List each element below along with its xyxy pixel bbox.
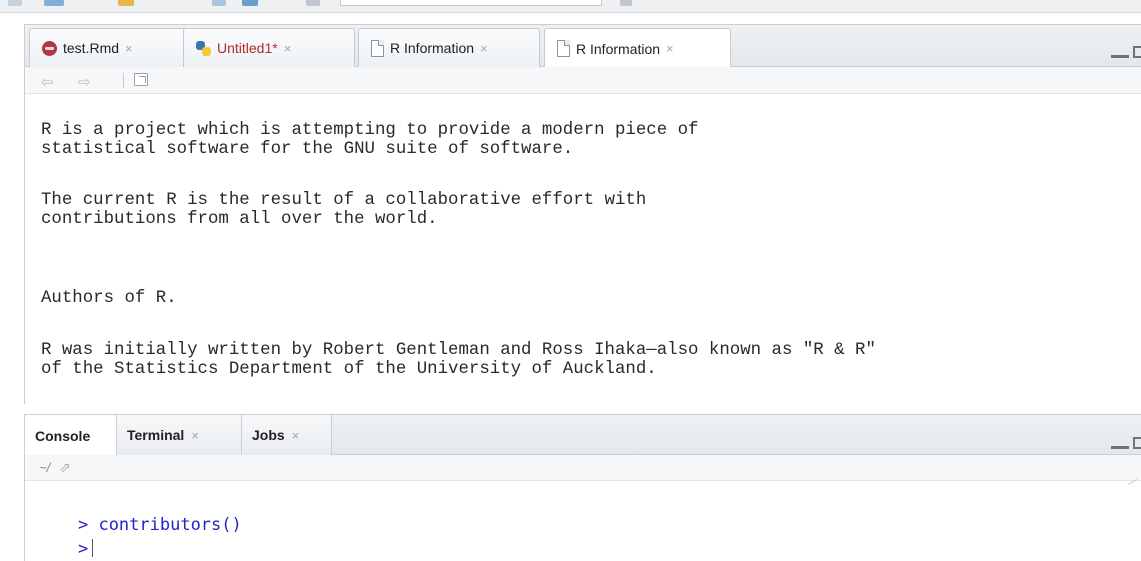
text-cursor — [92, 539, 94, 557]
working-directory-path: ~/ — [39, 460, 51, 475]
toolbar-button[interactable] — [306, 0, 320, 6]
go-to-file-input[interactable] — [340, 0, 602, 6]
minimize-pane-icon[interactable] — [1111, 439, 1129, 449]
viewer-toolbar: ⇦ ⇨ — [25, 67, 1141, 94]
toolbar-button[interactable] — [118, 0, 134, 6]
close-tab-icon[interactable]: × — [191, 428, 199, 443]
tab-untitled1[interactable]: Untitled1* × — [183, 28, 355, 67]
tab-label: test.Rmd — [63, 40, 120, 56]
console-command: contributors() — [98, 515, 242, 535]
paragraph: R is a project which is attempting to pr… — [41, 121, 699, 159]
toolbar-button[interactable] — [242, 0, 258, 6]
working-directory-bar: ~/ ⇗ — [25, 455, 1141, 481]
show-in-new-window-icon[interactable] — [134, 73, 148, 86]
tab-label: R Information — [390, 40, 475, 56]
tab-label: Terminal — [127, 427, 185, 443]
tab-label: Untitled1* — [217, 40, 278, 56]
tab-r-information[interactable]: R Information × — [358, 28, 540, 67]
document-text: R is a project which is attempting to pr… — [41, 121, 876, 379]
toolbar-divider — [123, 73, 124, 88]
document-icon — [557, 40, 570, 57]
close-tab-icon[interactable]: × — [480, 41, 488, 56]
source-pane: test.Rmd × Untitled1* × R Information × … — [24, 24, 1141, 404]
minimize-pane-icon[interactable] — [1111, 48, 1129, 58]
back-arrow-icon[interactable]: ⇦ — [41, 73, 54, 91]
paragraph: R was initially written by Robert Gentle… — [41, 341, 876, 379]
tab-label: Jobs — [252, 427, 285, 443]
tab-label: R Information — [576, 40, 661, 57]
toolbar-button[interactable] — [44, 0, 64, 6]
paragraph: The current R is the result of a collabo… — [41, 191, 647, 229]
console-pane: Console Terminal × Jobs × ~/ ⇗ > contrib… — [24, 414, 1141, 561]
go-to-directory-icon[interactable]: ⇗ — [59, 459, 71, 476]
editor-tabbar: test.Rmd × Untitled1* × R Information × … — [25, 25, 1141, 68]
console-prompt: > — [77, 539, 89, 559]
close-tab-icon[interactable]: × — [666, 41, 674, 56]
forward-arrow-icon[interactable]: ⇨ — [78, 73, 91, 91]
toolbar-button[interactable] — [8, 0, 22, 6]
close-tab-icon[interactable]: × — [284, 41, 292, 56]
tab-jobs[interactable]: Jobs × — [242, 415, 332, 455]
console-tabbar: Console Terminal × Jobs × — [25, 415, 1141, 456]
tab-r-information-active[interactable]: R Information × — [544, 28, 731, 68]
toolbar-button[interactable] — [620, 0, 632, 6]
main-toolbar — [0, 0, 1141, 13]
rmarkdown-file-icon — [42, 40, 57, 56]
tab-console[interactable]: Console — [25, 415, 117, 456]
toolbar-button[interactable] — [212, 0, 226, 6]
paragraph: Authors of R. — [41, 289, 177, 308]
tab-test-rmd[interactable]: test.Rmd × — [29, 28, 201, 67]
document-icon — [371, 39, 384, 57]
tab-label: Console — [35, 427, 91, 444]
maximize-pane-icon[interactable] — [1133, 46, 1141, 58]
python-file-icon — [196, 40, 211, 56]
console-input-line[interactable]: > — [37, 519, 94, 561]
close-tab-icon[interactable]: × — [292, 428, 300, 443]
close-tab-icon[interactable]: × — [125, 41, 133, 56]
maximize-pane-icon[interactable] — [1133, 437, 1141, 449]
tab-terminal[interactable]: Terminal × — [117, 415, 242, 455]
